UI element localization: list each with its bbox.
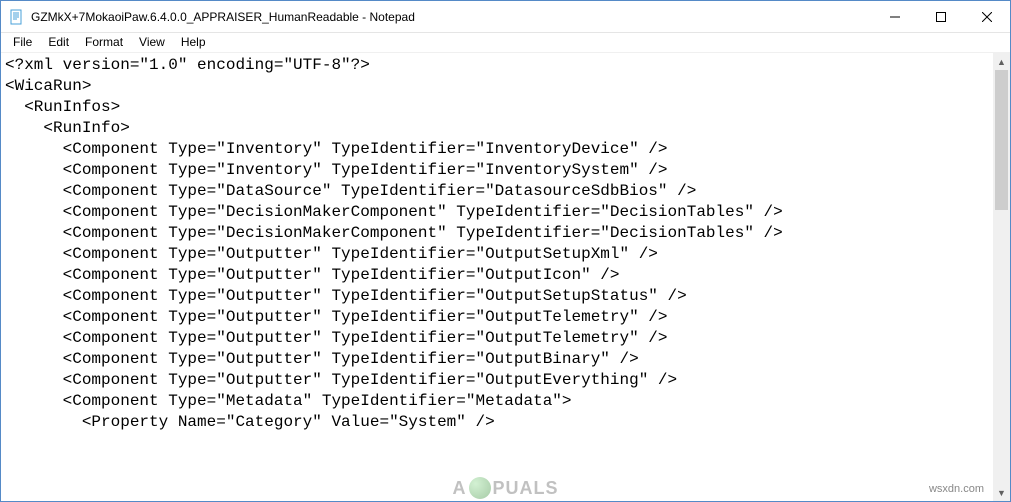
titlebar: GZMkX+7MokaoiPaw.6.4.0.0_APPRAISER_Human… xyxy=(1,1,1010,33)
watermark-right: wsxdn.com xyxy=(929,483,984,495)
scroll-down-arrow[interactable]: ▼ xyxy=(993,484,1010,501)
scroll-up-arrow[interactable]: ▲ xyxy=(993,53,1010,70)
minimize-button[interactable] xyxy=(872,1,918,32)
menu-format[interactable]: Format xyxy=(77,34,131,50)
window-title: GZMkX+7MokaoiPaw.6.4.0.0_APPRAISER_Human… xyxy=(31,10,872,24)
text-editor[interactable]: <?xml version="1.0" encoding="UTF-8"?> <… xyxy=(1,53,993,501)
menu-file[interactable]: File xyxy=(5,34,40,50)
scroll-thumb[interactable] xyxy=(995,70,1008,210)
window-controls xyxy=(872,1,1010,32)
editor-container: <?xml version="1.0" encoding="UTF-8"?> <… xyxy=(1,53,1010,501)
vertical-scrollbar[interactable]: ▲ ▼ xyxy=(993,53,1010,501)
globe-icon xyxy=(468,477,490,499)
scroll-track[interactable] xyxy=(993,70,1010,484)
watermark-letter-a: A xyxy=(452,478,466,499)
menu-view[interactable]: View xyxy=(131,34,173,50)
menu-help[interactable]: Help xyxy=(173,34,214,50)
maximize-button[interactable] xyxy=(918,1,964,32)
watermark-letters: PUALS xyxy=(492,478,558,499)
menubar: File Edit Format View Help xyxy=(1,33,1010,53)
close-button[interactable] xyxy=(964,1,1010,32)
notepad-icon xyxy=(9,9,25,25)
watermark-center: A PUALS xyxy=(452,477,558,499)
menu-edit[interactable]: Edit xyxy=(40,34,77,50)
